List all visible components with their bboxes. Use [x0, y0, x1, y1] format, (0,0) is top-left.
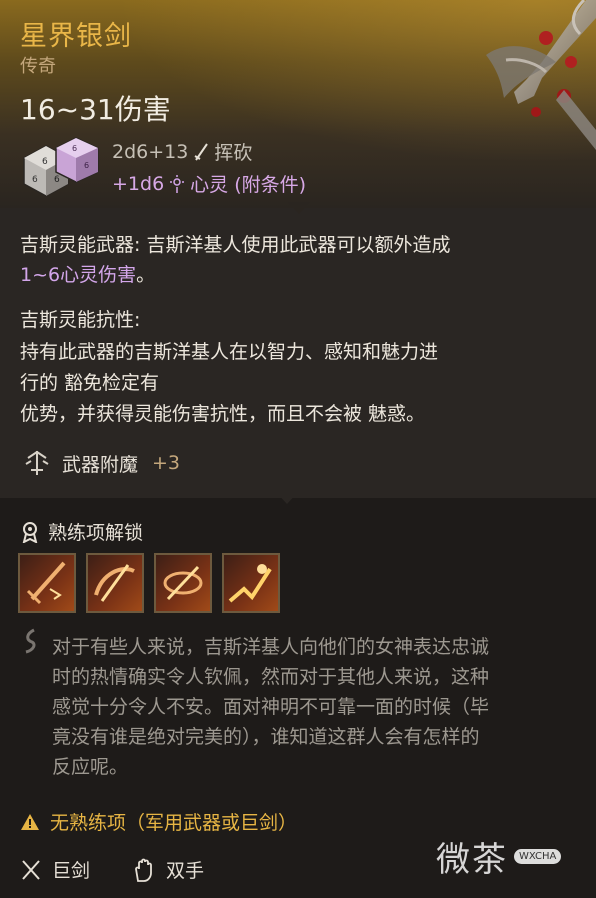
psionic-resistance-line3: 优势，并获得灵能伤害抗性，而且不会被 魅惑。 — [20, 403, 426, 425]
flavor-text: 对于有些人来说，吉斯洋基人向他们的女神表达忠诚 时的热情确实令人钦佩，然而对于其… — [52, 632, 572, 782]
flavor-line: 时的热情确实令人钦佩，然而对于其他人来说，这种 — [52, 666, 490, 688]
flavor-line: 竟没有谁是绝对完美的），谁知道这群人会有怎样的 — [52, 726, 480, 748]
item-rarity: 传奇 — [20, 56, 56, 77]
watermark-badge: WXCHA — [514, 849, 562, 864]
item-tooltip: 星界银剑 传奇 16~31伤害 6 6 6 6 6 2d6+13 挥砍 +1d6… — [0, 0, 596, 898]
extra-damage-line: +1d6 心灵 (附条件) — [112, 170, 306, 197]
watermark: 微茶 WXCHA — [436, 832, 562, 881]
greatsword-icon — [22, 859, 40, 880]
enchantment-icon — [25, 450, 49, 475]
skill-slot-1[interactable] — [18, 553, 76, 613]
fiery-slash-icon — [228, 564, 272, 603]
divider-notch-top — [288, 202, 310, 214]
svg-text:6: 6 — [72, 144, 77, 153]
psionic-weapon-line2: 1~6心灵伤害。 — [20, 261, 155, 289]
proficiency-title: 熟练项解锁 — [48, 522, 144, 544]
warning-icon — [21, 813, 39, 830]
psionic-weapon-label: 吉斯灵能武器: — [20, 234, 141, 256]
psionic-resistance-title: 吉斯灵能抗性: — [20, 309, 141, 331]
spin-slash-icon — [163, 565, 203, 601]
enchantment-label: 武器附魔 — [62, 453, 139, 476]
flavor-quote-icon — [25, 628, 36, 654]
damage-dice: 2d6+13 — [112, 140, 189, 163]
flavor-line: 对于有些人来说，吉斯洋基人向他们的女神表达忠诚 — [52, 636, 490, 658]
flavor-line: 反应呢。 — [52, 756, 129, 778]
dice-icon: 6 6 6 6 6 — [23, 137, 99, 197]
warning-text: 无熟练项（军用武器或巨剑） — [50, 812, 298, 834]
damage-dice-line: 2d6+13 挥砍 — [112, 138, 252, 165]
extra-dice: +1d6 — [112, 172, 165, 195]
skill-slot-3[interactable] — [154, 553, 212, 613]
proficiency-icon — [22, 521, 38, 543]
psionic-weapon-end: 。 — [136, 264, 156, 286]
enchantment-value: +3 — [152, 452, 181, 474]
weapon-properties: 巨剑 双手 — [20, 856, 204, 883]
sweep-attack-icon — [94, 564, 135, 602]
svg-text:6: 6 — [32, 175, 38, 185]
enchantment-row: 武器附魔 +3 — [22, 448, 180, 478]
psionic-resistance-line2: 行的 豁免检定有 — [20, 372, 160, 394]
psionic-resistance-line1: 持有此武器的吉斯洋基人在以智力、感知和魅力进 — [20, 341, 439, 363]
psionic-weapon-damage: 1~6心灵伤害 — [20, 264, 137, 286]
svg-text:6: 6 — [54, 175, 60, 185]
skill-slot-2[interactable] — [86, 553, 144, 613]
two-handed-icon — [135, 858, 152, 882]
watermark-text: 微茶 — [436, 840, 508, 880]
weapon-art-icon — [486, 0, 596, 150]
weapon-type: 巨剑 — [52, 860, 91, 882]
flavor-line: 感觉十分令人不安。面对神明不可靠一面的时候（毕 — [52, 696, 490, 718]
damage-range: 16~31伤害 — [20, 93, 171, 126]
psychic-icon — [170, 174, 185, 193]
divider-notch-bottom — [276, 492, 298, 504]
handedness: 双手 — [166, 860, 205, 882]
proficiency-warning: 无熟练项（军用武器或巨剑） — [20, 808, 297, 835]
proficiency-title-row: 熟练项解锁 — [20, 518, 143, 545]
skill-slot-4[interactable] — [222, 553, 280, 613]
svg-text:6: 6 — [84, 161, 89, 170]
psionic-weapon-text: 吉斯洋基人使用此武器可以额外造成 — [140, 234, 451, 256]
svg-text:6: 6 — [42, 157, 48, 167]
extra-type: 心灵 (附条件) — [190, 174, 307, 196]
damage-type: 挥砍 — [214, 142, 253, 164]
proficiency-skills — [18, 553, 280, 613]
item-name: 星界银剑 — [20, 21, 132, 52]
sword-strike-icon — [26, 561, 66, 605]
slashing-icon — [194, 142, 209, 161]
psionic-weapon-line: 吉斯灵能武器: 吉斯洋基人使用此武器可以额外造成 — [20, 231, 450, 259]
